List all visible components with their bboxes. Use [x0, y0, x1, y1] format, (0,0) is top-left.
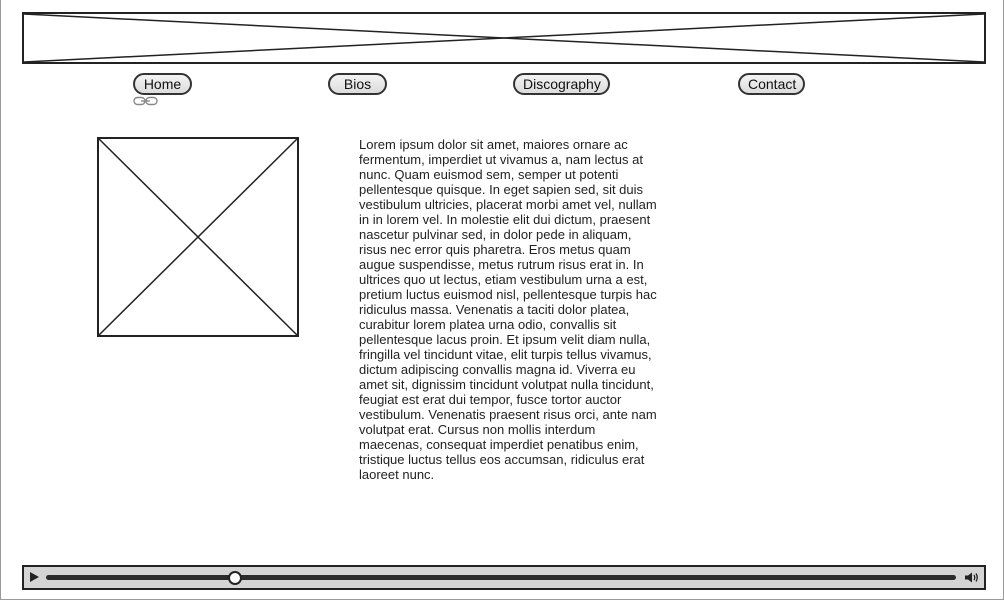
main-photo-image	[97, 137, 299, 337]
progress-thumb[interactable]	[228, 570, 243, 585]
image-placeholder-icon	[24, 14, 984, 62]
nav-bios-button[interactable]: Bios	[328, 73, 387, 95]
audio-player	[22, 565, 986, 590]
nav-discography-button[interactable]: Discography	[513, 73, 610, 95]
volume-icon[interactable]	[964, 571, 980, 584]
nav-home-button[interactable]: Home	[133, 73, 192, 95]
body-paragraph: Lorem ipsum dolor sit amet, maiores orna…	[359, 137, 657, 482]
link-icon	[133, 96, 158, 106]
play-icon[interactable]	[30, 572, 39, 582]
header-banner-image	[22, 12, 986, 64]
progress-track[interactable]	[46, 570, 956, 585]
nav-contact-button[interactable]: Contact	[738, 73, 805, 95]
image-placeholder-icon	[99, 139, 297, 335]
